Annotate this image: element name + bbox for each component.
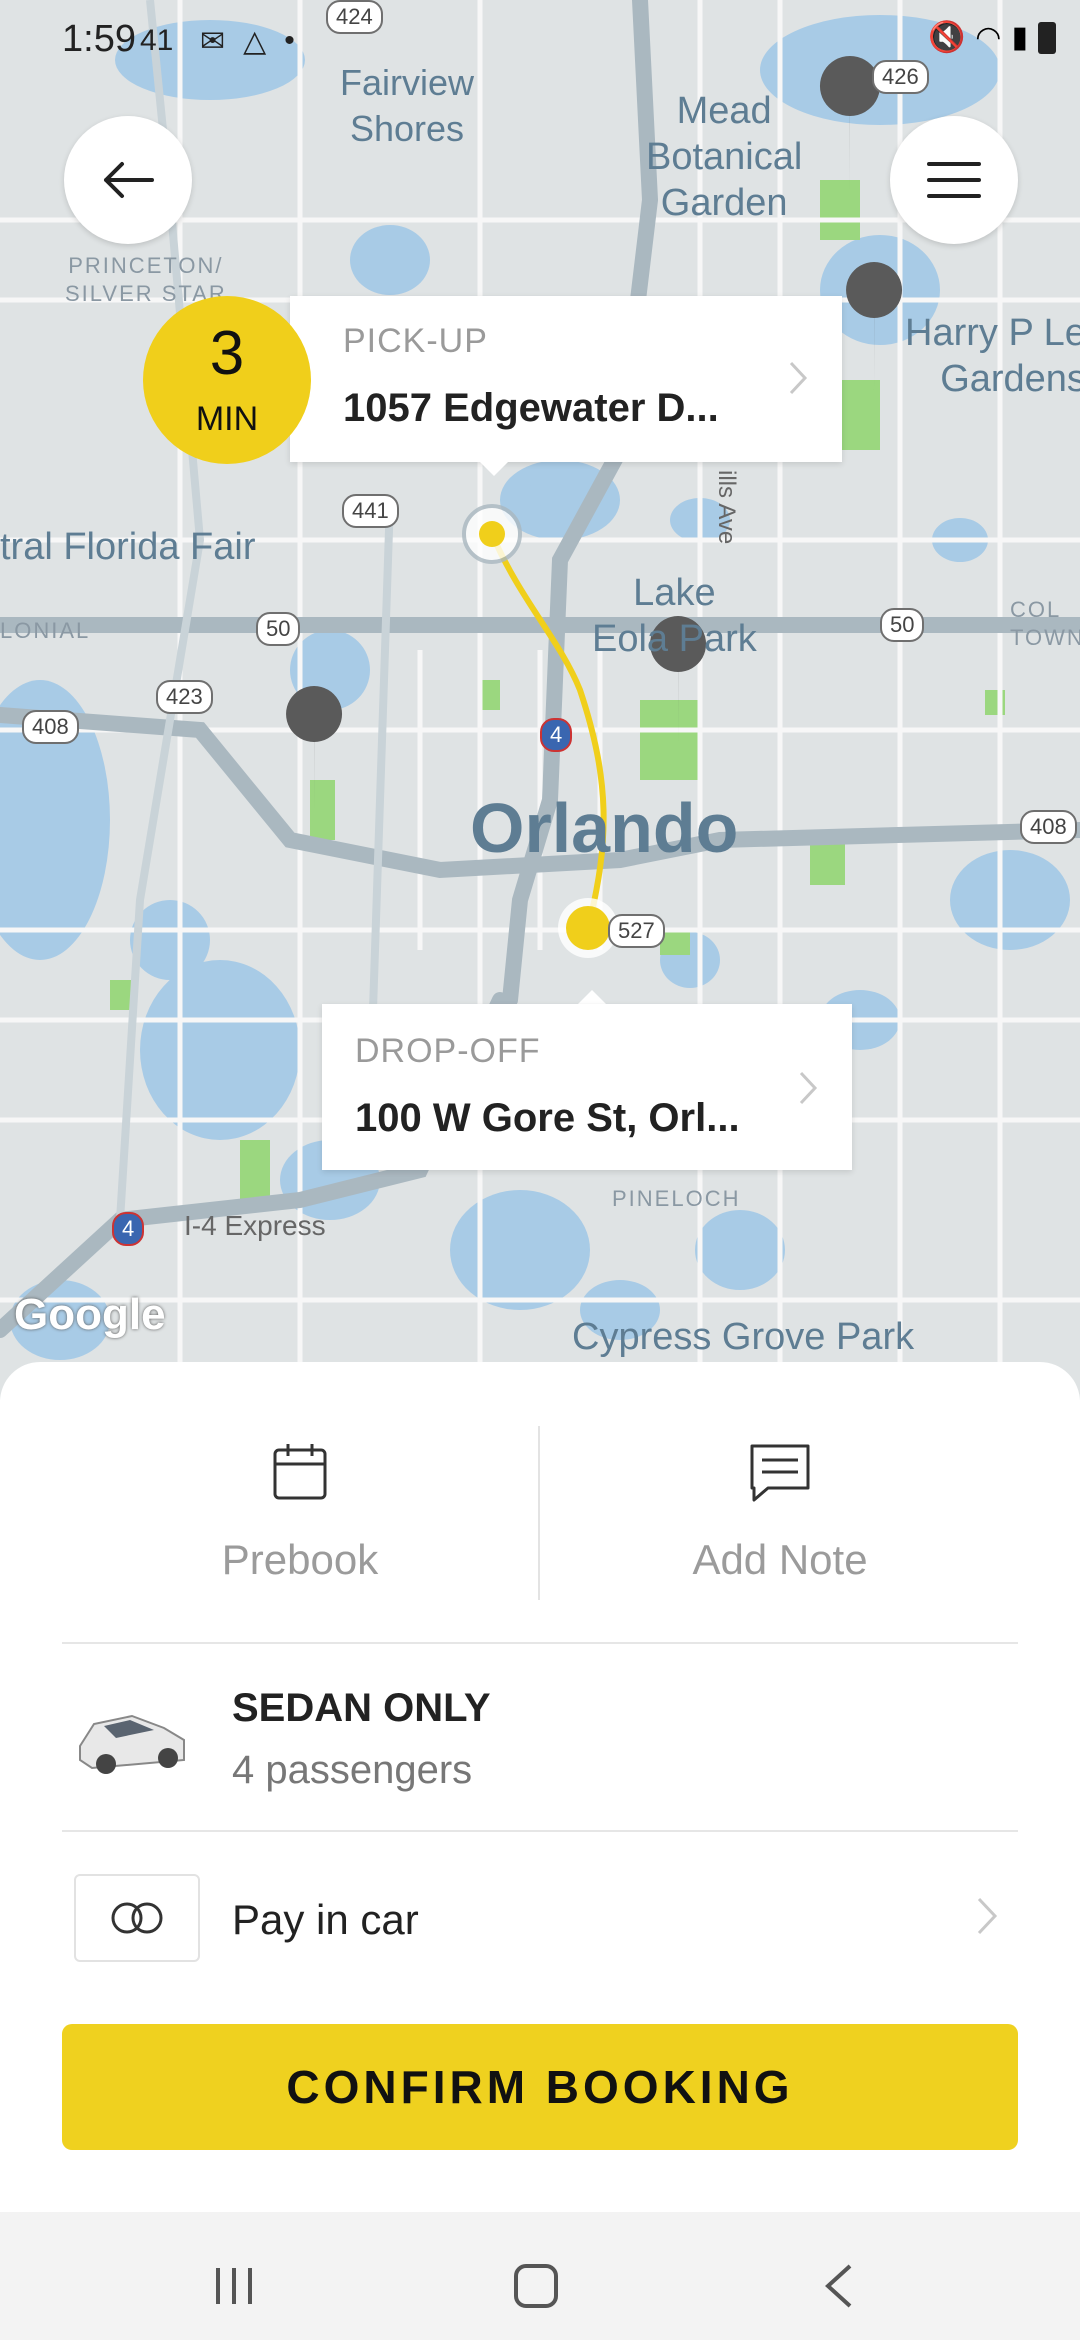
battery-icon — [1038, 21, 1056, 54]
pickup-address: 1057 Edgewater D... — [343, 386, 719, 430]
payment-method-box — [74, 1874, 200, 1962]
prebook-button[interactable]: Prebook — [150, 1442, 450, 1592]
vehicle-subtitle: 4 passengers — [232, 1748, 473, 1792]
add-note-label: Add Note — [692, 1536, 868, 1583]
map-label-mead-garden: Mead Botanical Garden — [646, 90, 803, 224]
dropoff-card-pointer — [578, 990, 606, 1004]
chevron-right-icon — [789, 361, 808, 395]
eta-badge: 3 MIN — [143, 296, 311, 464]
back-button[interactable] — [64, 116, 192, 244]
map-label-pineloch: PINELOCH — [612, 1186, 741, 1211]
google-logo: Google — [14, 1290, 166, 1339]
vehicle-row[interactable]: SEDAN ONLY 4 passengers — [62, 1644, 1018, 1830]
map-label-orlando: Orlando — [470, 789, 739, 867]
route-shield: 441 — [342, 494, 399, 528]
action-divider — [538, 1426, 540, 1600]
add-note-button[interactable]: Add Note — [630, 1442, 930, 1592]
prebook-label: Prebook — [221, 1536, 379, 1583]
card-circles-icon — [111, 1902, 163, 1934]
payment-label: Pay in car — [232, 1896, 419, 1943]
route-shield: 527 — [608, 914, 665, 948]
route-shield: 50 — [256, 612, 301, 646]
route-shield: 408 — [1020, 810, 1077, 844]
confirm-booking-button[interactable]: CONFIRM BOOKING — [62, 2024, 1018, 2150]
dropoff-label: DROP-OFF — [355, 1032, 541, 1070]
wifi-icon: ◠ — [975, 21, 1002, 54]
gmail-icon: ✉ — [200, 25, 226, 58]
status-icons-right: 🔇 ◠ ▮ — [928, 20, 1056, 55]
dropoff-card[interactable]: DROP-OFF 100 W Gore St, Orl... — [322, 1004, 852, 1170]
chevron-right-icon — [799, 1071, 818, 1105]
map-label-harry-p: Harry P Le Gardens — [905, 312, 1080, 400]
status-time: 1:59 — [62, 18, 136, 60]
status-bar: 1:59 41 ✉ △ • 🔇 ◠ ▮ — [0, 0, 1080, 80]
arrow-left-icon — [104, 162, 154, 198]
car-icon — [79, 1714, 185, 1774]
map-label-cypress-grove: Cypress Grove Park — [572, 1316, 915, 1358]
menu-icon — [927, 162, 981, 198]
route-shield: 50 — [880, 608, 925, 642]
calendar-icon — [273, 1444, 327, 1500]
mute-icon: 🔇 — [927, 21, 966, 54]
back-nav-icon[interactable] — [824, 2264, 854, 2308]
pickup-card-pointer — [480, 462, 508, 476]
pickup-label: PICK-UP — [343, 322, 488, 360]
route-shield: 4 — [112, 1212, 145, 1246]
dropoff-marker — [566, 906, 610, 950]
map-label-mills-ave: ills Ave — [713, 470, 740, 545]
map-label-lake-eola: Lake Eola Park — [592, 572, 757, 660]
system-nav-bar — [0, 2212, 1080, 2340]
pickup-card[interactable]: PICK-UP 1057 Edgewater D... — [290, 296, 842, 462]
route-shield: 408 — [22, 710, 79, 744]
eta-value: 3 — [209, 319, 245, 388]
eta-unit: MIN — [195, 400, 259, 438]
status-badge: 41 — [140, 24, 174, 57]
dot-icon: • — [284, 24, 295, 57]
home-icon[interactable] — [512, 2262, 560, 2310]
vehicle-title: SEDAN ONLY — [232, 1686, 491, 1730]
map-label-i4-express: I-4 Express — [184, 1210, 326, 1241]
dropoff-address: 100 W Gore St, Orl... — [355, 1096, 740, 1140]
recents-icon[interactable] — [212, 2266, 256, 2306]
map-label-colonial: LONIAL — [0, 618, 91, 643]
map-label-col-town: COL TOWN — [1010, 597, 1080, 650]
note-icon — [750, 1444, 810, 1502]
signal-icon: ▮ — [1011, 21, 1028, 54]
map-label-florida-fair: tral Florida Fair — [0, 526, 256, 568]
payment-row[interactable]: Pay in car — [62, 1832, 1018, 2002]
route-shield: 423 — [156, 680, 213, 714]
route-shield: 4 — [540, 718, 573, 752]
drive-icon: △ — [243, 25, 267, 58]
chevron-right-icon — [977, 1897, 998, 1935]
menu-button[interactable] — [890, 116, 1018, 244]
